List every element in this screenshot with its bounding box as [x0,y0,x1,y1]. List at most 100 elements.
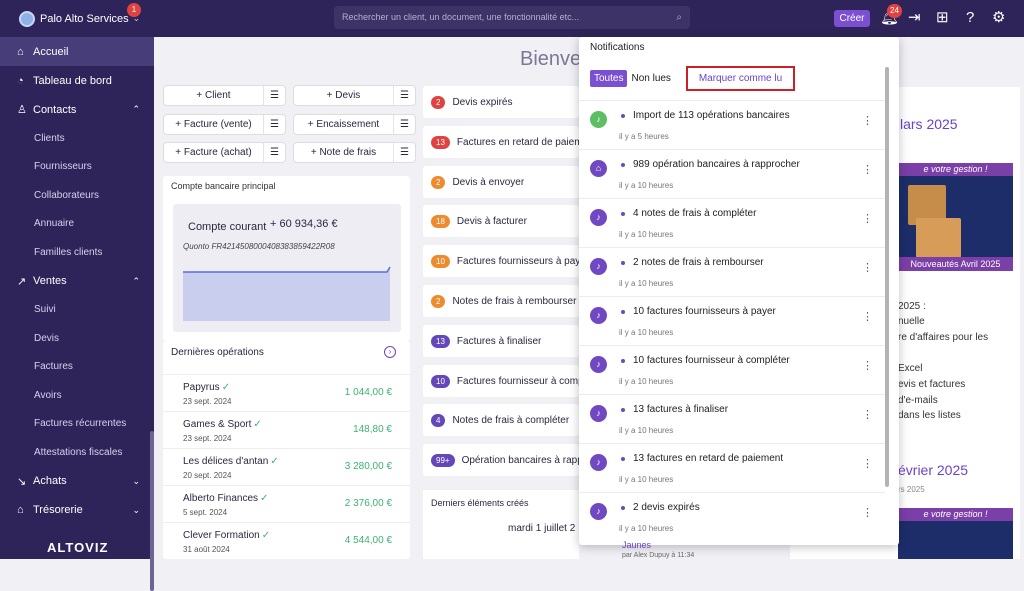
list-icon[interactable]: ☰ [263,115,285,134]
news-image[interactable]: e votre gestion ! [898,508,1013,559]
sidebar-item-achats[interactable]: ↘ Achats ⌄ [0,467,154,496]
todo-item[interactable]: 10 Factures fournisseurs à payer [423,245,579,277]
chevron-up-icon: ⌃ [132,275,140,286]
notification-item[interactable]: ⌂ 989 opération bancaires à rapprocher il … [579,149,885,198]
sidebar-item-label: Tableau de bord [33,74,112,87]
settings-gear-icon[interactable]: ⚙ [992,9,1005,27]
operation-row[interactable]: Alberto Finances ✓ 5 sept. 2024 2 376,00 € [163,485,410,522]
notifications-scrollbar[interactable] [885,67,889,487]
sidebar-item-attestations-fiscales[interactable]: Attestations fiscales [0,438,154,467]
bell-icon: ♪ [590,356,607,373]
sidebar-item-factures-recurrentes[interactable]: Factures récurrentes [0,410,154,439]
sidebar-item-annuaire[interactable]: Annuaire [0,210,154,239]
operation-row[interactable]: Papyrus ✓ 23 sept. 2024 1 044,00 € [163,374,410,411]
news-title[interactable]: évrier 2025 [898,462,968,478]
button-label: Facture (vente) [183,119,252,130]
todo-item[interactable]: 13 Factures en retard de paiement [423,126,579,158]
notification-item[interactable]: ♪ 10 factures fournisseur à compléter il y… [579,345,885,394]
more-options-icon[interactable]: ⋮ [862,212,873,225]
news-title[interactable]: lars 2025 [900,116,958,132]
apps-grid-icon[interactable]: ⊞ [936,9,949,27]
sidebar-item-fournisseurs[interactable]: Fournisseurs [0,153,154,182]
sidebar-item-collaborateurs[interactable]: Collaborateurs [0,181,154,210]
sidebar-item-familles-clients[interactable]: Familles clients [0,238,154,267]
mark-as-read-button[interactable]: Marquer comme lu [686,66,795,91]
notification-item[interactable]: ♪ 2 notes de frais à rembourser il y a 10 … [579,247,885,296]
add-facture-vente-button[interactable]: + Facture (vente) ☰ [163,114,286,135]
sidebar-item-clients[interactable]: Clients [0,124,154,153]
operation-row[interactable]: Les délices d'antan ✓ 20 sept. 2024 3 280,0… [163,448,410,485]
arrow-right-icon[interactable]: › [384,346,396,358]
unread-dot [621,310,625,314]
company-switcher[interactable]: Palo Alto Services ⌄ 1 [19,2,141,27]
help-icon[interactable]: ? [966,9,974,27]
list-icon[interactable]: ☰ [393,115,415,134]
notification-item[interactable]: ♪ Import de 113 opérations bancaires il y … [579,100,885,149]
create-button[interactable]: Créer [834,10,870,27]
notification-title: 10 factures fournisseur à compléter [633,355,790,366]
logout-icon[interactable]: ⇥ [908,9,921,27]
sidebar-item-tableau-de-bord[interactable]: ◔ Tableau de bord [0,66,154,95]
notification-item[interactable]: ♪ 10 factures fournisseurs à payer il y a … [579,296,885,345]
add-facture-achat-button[interactable]: + Facture (achat) ☰ [163,142,286,163]
unread-dot [621,163,625,167]
more-options-icon[interactable]: ⋮ [862,114,873,127]
todo-item[interactable]: 99+ Opération bancaires à rapprocher [423,444,579,476]
tab-unread[interactable]: Non lues [627,70,674,87]
todo-item[interactable]: 10 Factures fournisseur à compléter [423,365,579,397]
more-options-icon[interactable]: ⋮ [862,261,873,274]
notifications-dropdown: Notifications Toutes Non lues Marquer co… [579,37,899,545]
todo-item[interactable]: 4 Notes de frais à compléter [423,404,579,436]
news-image[interactable]: e votre gestion ! Nouveautés Avril 2025 [898,163,1013,271]
sidebar-item-factures[interactable]: Factures [0,353,154,382]
notification-item[interactable]: ♪ 2 devis expirés il y a 10 heures ⋮ [579,492,885,541]
add-devis-button[interactable]: + Devis ☰ [293,85,416,106]
notification-title: 2 notes de frais à rembourser [633,257,764,268]
sidebar-item-avoirs[interactable]: Avoirs [0,381,154,410]
todo-item[interactable]: 2 Devis expirés [423,86,579,118]
search-input[interactable]: Rechercher un client, un document, une f… [334,6,690,29]
more-options-icon[interactable]: ⋮ [862,506,873,519]
more-options-icon[interactable]: ⋮ [862,457,873,470]
operation-row[interactable]: Clever Formation ✓ 31 août 2024 4 544,00 € [163,522,410,559]
sidebar-item-accueil[interactable]: ⌂ Accueil [0,37,154,66]
todo-item[interactable]: 13 Factures à finaliser [423,325,579,357]
trend-down-icon: ↘ [17,475,27,488]
sidebar-item-contacts[interactable]: ♙ Contacts ⌃ [0,95,154,124]
todo-item[interactable]: 2 Devis à envoyer [423,166,579,198]
recent-item-name[interactable]: Jaunes [622,540,651,550]
sidebar-scrollbar[interactable] [150,431,154,591]
sidebar-item-devis[interactable]: Devis [0,324,154,353]
operation-row[interactable]: Games & Sport ✓ 23 sept. 2024 148,80 € [163,411,410,448]
tab-all[interactable]: Toutes [590,70,628,87]
bell-icon: ♪ [590,209,607,226]
news-banner: e votre gestion ! [898,163,1013,176]
todo-item[interactable]: 18 Devis à facturer [423,205,579,237]
sidebar-item-tresorerie[interactable]: ⌂ Trésorerie ⌄ [0,496,154,525]
add-encaissement-button[interactable]: + Encaissement ☰ [293,114,416,135]
home-icon: ⌂ [17,45,24,58]
check-icon: ✓ [270,456,279,467]
todo-item[interactable]: 2 Notes de frais à rembourser [423,285,579,317]
list-icon[interactable]: ☰ [393,143,415,162]
sidebar-item-ventes[interactable]: ↗ Ventes ⌃ [0,267,154,296]
list-icon[interactable]: ☰ [393,86,415,105]
notification-item[interactable]: ♪ 4 notes de frais à compléter il y a 10 h… [579,198,885,247]
more-options-icon[interactable]: ⋮ [862,359,873,372]
sidebar-item-suivi[interactable]: Suivi [0,296,154,325]
notification-item[interactable]: ♪ 13 factures à finaliser il y a 10 heures… [579,394,885,443]
trend-icon: ↗ [17,275,27,288]
count-badge: 99+ [431,453,455,467]
notification-item[interactable]: ♪ 13 factures en retard de paiement il y a… [579,443,885,492]
more-options-icon[interactable]: ⋮ [862,408,873,421]
more-options-icon[interactable]: ⋮ [862,310,873,323]
list-icon[interactable]: ☰ [263,143,285,162]
list-icon[interactable]: ☰ [263,86,285,105]
add-note-de-frais-button[interactable]: + Note de frais ☰ [293,142,416,163]
count-badge: 10 [431,374,450,388]
recent-items-header: Derniers éléments créés [431,498,529,508]
bank-account-card[interactable]: Compte bancaire principal Compte courant… [163,176,410,341]
more-options-icon[interactable]: ⋮ [862,163,873,176]
notification-time: il y a 10 heures [619,475,674,484]
add-client-button[interactable]: + Client ☰ [163,85,286,106]
